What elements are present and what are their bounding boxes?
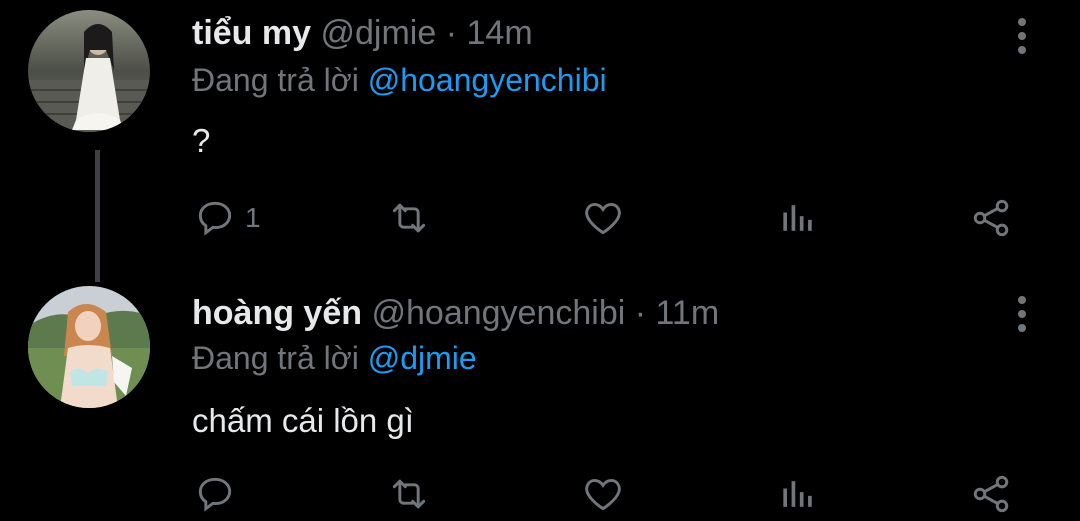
like-button[interactable]	[580, 196, 626, 240]
tweet-header: tiểu my @djmie · 14m	[192, 14, 533, 53]
avatar[interactable]	[28, 286, 150, 408]
reply-icon	[198, 201, 232, 236]
user-handle[interactable]: @hoangyenchibi	[371, 294, 625, 332]
timestamp[interactable]: 14m	[467, 14, 533, 52]
user-handle[interactable]: @djmie	[321, 14, 437, 52]
heart-icon	[585, 202, 621, 235]
replying-to: Đang trả lời @hoangyenchibi	[192, 62, 607, 99]
reply-button[interactable]	[193, 472, 245, 516]
share-button[interactable]	[968, 196, 1014, 240]
analytics-button[interactable]	[776, 196, 820, 240]
retweet-icon	[392, 203, 426, 233]
analytics-icon	[783, 481, 812, 507]
share-icon	[973, 199, 1009, 237]
reply-button[interactable]: 1	[193, 196, 261, 240]
replying-to: Đang trả lời @djmie	[192, 340, 477, 377]
share-button[interactable]	[968, 472, 1014, 516]
tweet-text: chấm cái lồn gì	[192, 402, 414, 439]
like-button[interactable]	[580, 472, 626, 516]
retweet-icon	[392, 479, 426, 509]
replying-to-label: Đang trả lời	[192, 62, 359, 98]
display-name[interactable]: hoàng yến	[192, 294, 362, 332]
tweet-1[interactable]: tiểu my @djmie · 14m Đang trả lời @hoang…	[0, 0, 1080, 250]
more-vertical-icon[interactable]	[1008, 18, 1036, 54]
replying-to-mention[interactable]: @djmie	[368, 340, 477, 376]
reply-count: 1	[245, 202, 261, 233]
analytics-button[interactable]	[776, 472, 820, 516]
replying-to-label: Đang trả lời	[192, 340, 359, 376]
more-vertical-icon[interactable]	[1008, 296, 1036, 332]
share-icon	[973, 475, 1009, 513]
reply-icon	[198, 477, 232, 512]
analytics-icon	[783, 205, 812, 231]
retweet-button[interactable]	[386, 196, 432, 240]
tweet-2[interactable]: hoàng yến @hoangyenchibi · 11m Đang trả …	[0, 282, 1080, 521]
separator-dot: ·	[445, 14, 458, 52]
tweet-header: hoàng yến @hoangyenchibi · 11m	[192, 294, 719, 333]
retweet-button[interactable]	[386, 472, 432, 516]
avatar[interactable]	[28, 10, 150, 132]
separator-dot: ·	[634, 294, 647, 332]
timestamp[interactable]: 11m	[656, 294, 720, 332]
replying-to-mention[interactable]: @hoangyenchibi	[368, 62, 607, 98]
heart-icon	[585, 478, 621, 511]
tweet-text: ?	[192, 122, 211, 159]
display-name[interactable]: tiểu my	[192, 14, 311, 52]
